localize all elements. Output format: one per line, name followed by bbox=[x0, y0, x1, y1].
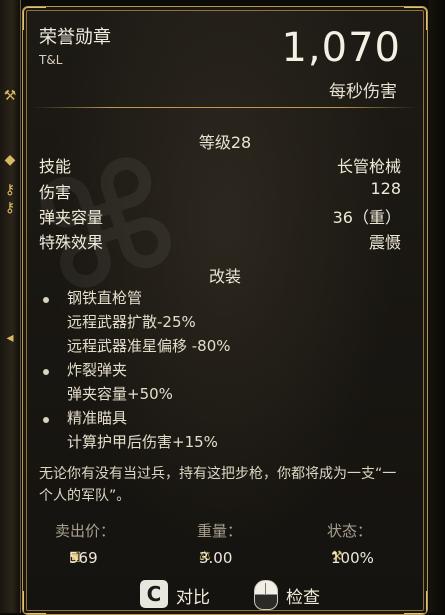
mod-effect: 远程武器扩散-25% bbox=[67, 313, 196, 331]
stat-key: 弹夹容量 bbox=[39, 208, 104, 227]
header-divider bbox=[33, 107, 417, 108]
sell-price-label: 卖出价： bbox=[55, 522, 116, 540]
compare-key-icon[interactable]: C bbox=[140, 580, 168, 608]
mod-effect: 远程武器准星偏移 -80% bbox=[67, 337, 231, 355]
mod-name: 炸裂弹夹 bbox=[67, 361, 128, 379]
corner-ornament bbox=[404, 7, 427, 30]
stat-value: 长管枪械 bbox=[336, 157, 401, 176]
dps-label: 每秒伤害 bbox=[329, 82, 397, 102]
bullet-icon bbox=[43, 297, 49, 303]
mouse-icon[interactable] bbox=[254, 580, 278, 610]
stat-key: 伤害 bbox=[39, 183, 72, 202]
key-icon: ⚷ bbox=[4, 200, 16, 216]
item-brand: T&L bbox=[39, 53, 63, 67]
condition-value: 100% bbox=[331, 549, 374, 567]
stat-key: 特殊效果 bbox=[39, 233, 104, 252]
sell-price-value: 569 bbox=[69, 549, 98, 567]
compare-button[interactable]: 对比 bbox=[176, 583, 210, 608]
mods-title: 改装 bbox=[208, 267, 241, 286]
stat-value: 128 bbox=[370, 179, 401, 198]
weight-value: 3.00 bbox=[199, 549, 233, 567]
arrow-left-icon[interactable]: ◂ bbox=[2, 330, 18, 346]
bullet-icon bbox=[43, 369, 49, 375]
mod-name: 钢铁直枪管 bbox=[67, 289, 143, 307]
corner-ornament bbox=[23, 591, 46, 614]
key-icon: ⚷ bbox=[4, 182, 16, 198]
item-level: 等级28 bbox=[198, 133, 252, 152]
stat-key: 技能 bbox=[39, 157, 72, 176]
slot-marker-icon: ◆ bbox=[4, 152, 16, 168]
item-description: 无论你有没有当过兵，持有这把步枪，你都将成为一支“一个人的军队”。 bbox=[39, 466, 397, 504]
weight-label: 重量： bbox=[197, 522, 243, 540]
left-edge-strip: ⚒ ◆ ⚷ ⚷ ◂ bbox=[0, 0, 21, 613]
bullet-icon bbox=[43, 417, 49, 423]
stat-value: 36（重） bbox=[332, 208, 401, 227]
right-edge-strip bbox=[429, 0, 445, 613]
item-tooltip-panel: ⌘ 荣誉勋章 T&L 1,070 每秒伤害 等级28 技能 长管枪械 伤害 12… bbox=[22, 6, 428, 615]
mod-effect: 计算护甲后伤害+15% bbox=[67, 433, 218, 451]
mod-effect: 弹夹容量+50% bbox=[67, 385, 173, 403]
inspect-button[interactable]: 检查 bbox=[286, 583, 320, 608]
item-name: 荣誉勋章 bbox=[39, 27, 111, 48]
wrench-icon: ⚒ bbox=[3, 88, 17, 104]
stat-value: 震慑 bbox=[368, 233, 401, 252]
dps-value: 1,070 bbox=[281, 25, 401, 71]
action-bar: C 对比 检查 bbox=[140, 580, 360, 610]
corner-ornament bbox=[404, 591, 427, 614]
condition-label: 状态： bbox=[327, 522, 373, 540]
mod-name: 精准瞄具 bbox=[67, 409, 128, 427]
